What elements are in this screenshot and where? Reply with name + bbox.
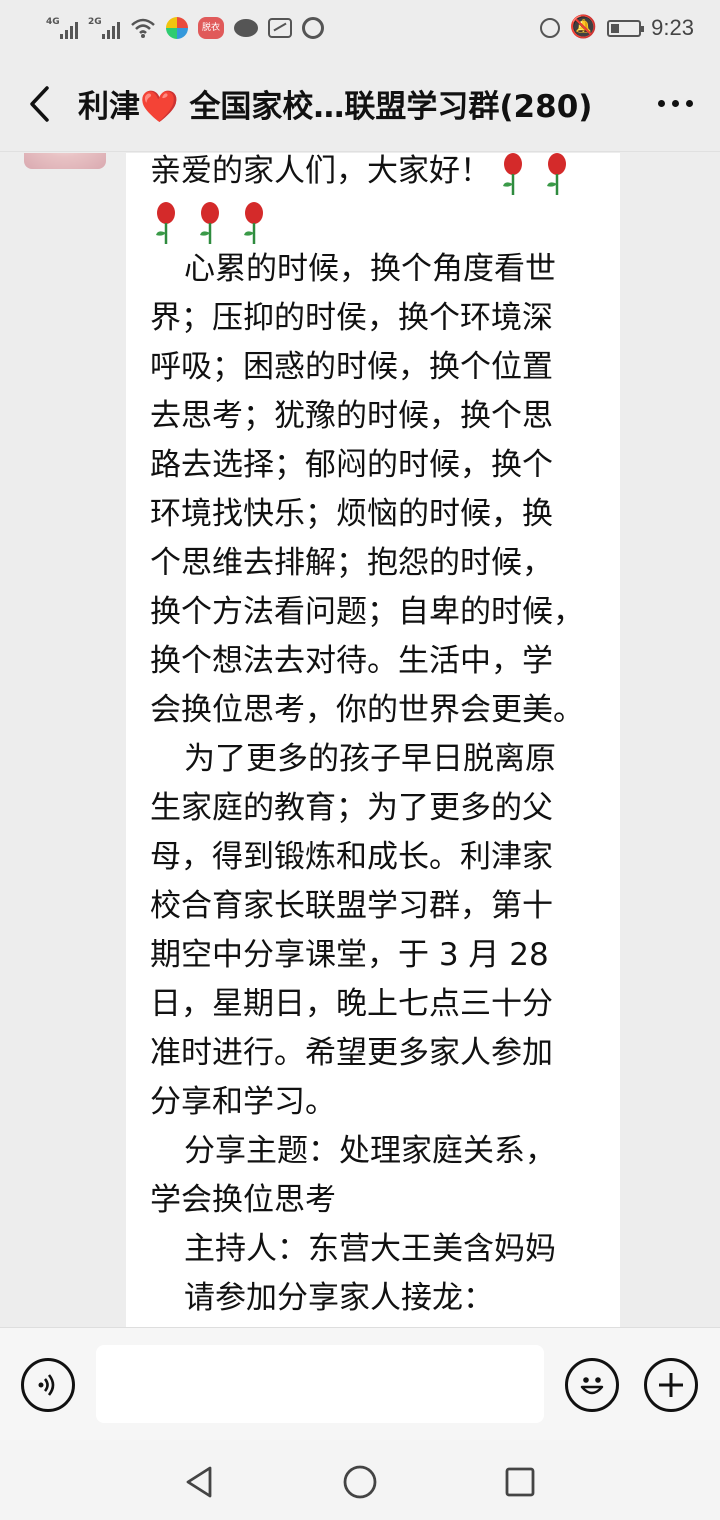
triangle-back-icon[interactable] — [182, 1464, 218, 1500]
rose-icon — [156, 202, 175, 244]
message-input[interactable] — [96, 1345, 544, 1423]
status-time: 9:23 — [651, 15, 694, 40]
message-line: 请参加分享家人接龙： — [184, 1280, 494, 1316]
mute-icon: 🔕 — [569, 15, 598, 40]
browser-icon — [302, 17, 324, 39]
message-list[interactable]: 亲爱的家人们，大家好！ 心累的时候，换个角度看世 界；压抑的时侯，换个环境深 呼… — [0, 153, 720, 1327]
emoji-button[interactable] — [565, 1358, 619, 1412]
message-line: 准时进行。希望更多家人参加 — [150, 1035, 553, 1071]
voice-button[interactable] — [21, 1358, 75, 1412]
message-line: 校合育家长联盟学习群，第十 — [150, 888, 553, 924]
message-line: 主持人：东营大王美含妈妈 — [184, 1231, 556, 1267]
more-button[interactable] — [630, 56, 720, 152]
chat-header: 利津❤️ 全国家校…联盟学习群(280) — [0, 56, 720, 152]
alarm-icon — [539, 18, 560, 38]
rose-icon — [200, 202, 219, 244]
voice-icon — [38, 1374, 55, 1396]
message-line: 路去选择；郁闷的时候，换个 — [150, 447, 553, 483]
signal-2g-icon: 2G — [88, 17, 120, 39]
app-badge-icon: 脱衣 — [198, 17, 224, 39]
input-bar — [0, 1327, 720, 1440]
chat-title: 利津❤️ 全国家校…联盟学习群(280) — [78, 89, 593, 125]
signal-2g-label: 2G — [88, 17, 102, 27]
message-line: 生家庭的教育；为了更多的父 — [150, 790, 553, 826]
message-line: 日，星期日，晚上七点三十分 — [150, 986, 553, 1022]
message-line: 换个方法看问题；自卑的时候， — [150, 594, 584, 630]
message-line: 母，得到锻炼和成长。利津家 — [150, 839, 553, 875]
chevron-left-icon — [30, 85, 49, 122]
message-line: 期空中分享课堂，于 3 月 28 — [150, 937, 549, 973]
message-line: 换个想法去对待。生活中，学 — [150, 643, 553, 679]
plus-button[interactable] — [644, 1358, 698, 1412]
message-line: 学会换位思考 — [150, 1182, 336, 1218]
message-line: 分享主题：处理家庭关系， — [184, 1133, 556, 1169]
emoji-icon — [580, 1377, 604, 1395]
message-line: 为了更多的孩子早日脱离原 — [184, 741, 556, 777]
wifi-icon — [131, 18, 155, 38]
wechat-icon — [234, 19, 258, 37]
back-button[interactable] — [0, 56, 78, 152]
status-bar: 4G 2G 脱衣 🔕 9:23 — [0, 0, 720, 56]
circle-home-icon[interactable] — [342, 1464, 378, 1500]
rose-icon — [547, 153, 566, 195]
message-line: 去思考；犹豫的时候，换个思 — [150, 398, 553, 434]
status-right: 🔕 9:23 — [539, 15, 694, 41]
message-line: 环境找快乐；烦恼的时候，换 — [150, 496, 553, 532]
wechat-chat-screen: 4G 2G 脱衣 🔕 9:23 利津❤️ 全国家校…联盟学习群(280) 亲爱的… — [0, 0, 720, 1520]
message-bubble[interactable]: 亲爱的家人们，大家好！ 心累的时候，换个角度看世 界；压抑的时侯，换个环境深 呼… — [126, 153, 620, 1327]
rose-line — [150, 196, 598, 245]
square-recent-icon[interactable] — [502, 1464, 538, 1500]
battery-icon — [607, 19, 645, 37]
rose-icon — [244, 202, 263, 244]
rose-icon — [503, 153, 522, 195]
greeting-line: 亲爱的家人们，大家好！ — [150, 153, 598, 196]
more-dots-icon — [657, 100, 665, 107]
message-line: 分享和学习。 — [150, 1084, 336, 1120]
signal-4g-icon: 4G — [46, 17, 78, 39]
signal-4g-label: 4G — [46, 17, 60, 27]
avatar[interactable] — [24, 153, 106, 169]
message-line: 呼吸；困惑的时候，换个位置 — [150, 349, 553, 385]
system-navigation-bar — [0, 1440, 720, 1520]
greeting-text: 亲爱的家人们，大家好！ — [150, 153, 491, 189]
message-line: 心累的时候，换个角度看世 — [184, 251, 556, 287]
gallery-icon — [268, 18, 292, 38]
message-line: 个思维去排解；抱怨的时候， — [150, 545, 553, 581]
message-line: 界；压抑的时侯，换个环境深 — [150, 300, 553, 336]
battery-level-fill — [611, 23, 620, 33]
message-line: 会换位思考，你的世界会更美。 — [150, 692, 584, 728]
status-left: 4G 2G 脱衣 — [46, 17, 324, 39]
app-icon — [166, 17, 188, 39]
plus-icon — [659, 1373, 683, 1397]
